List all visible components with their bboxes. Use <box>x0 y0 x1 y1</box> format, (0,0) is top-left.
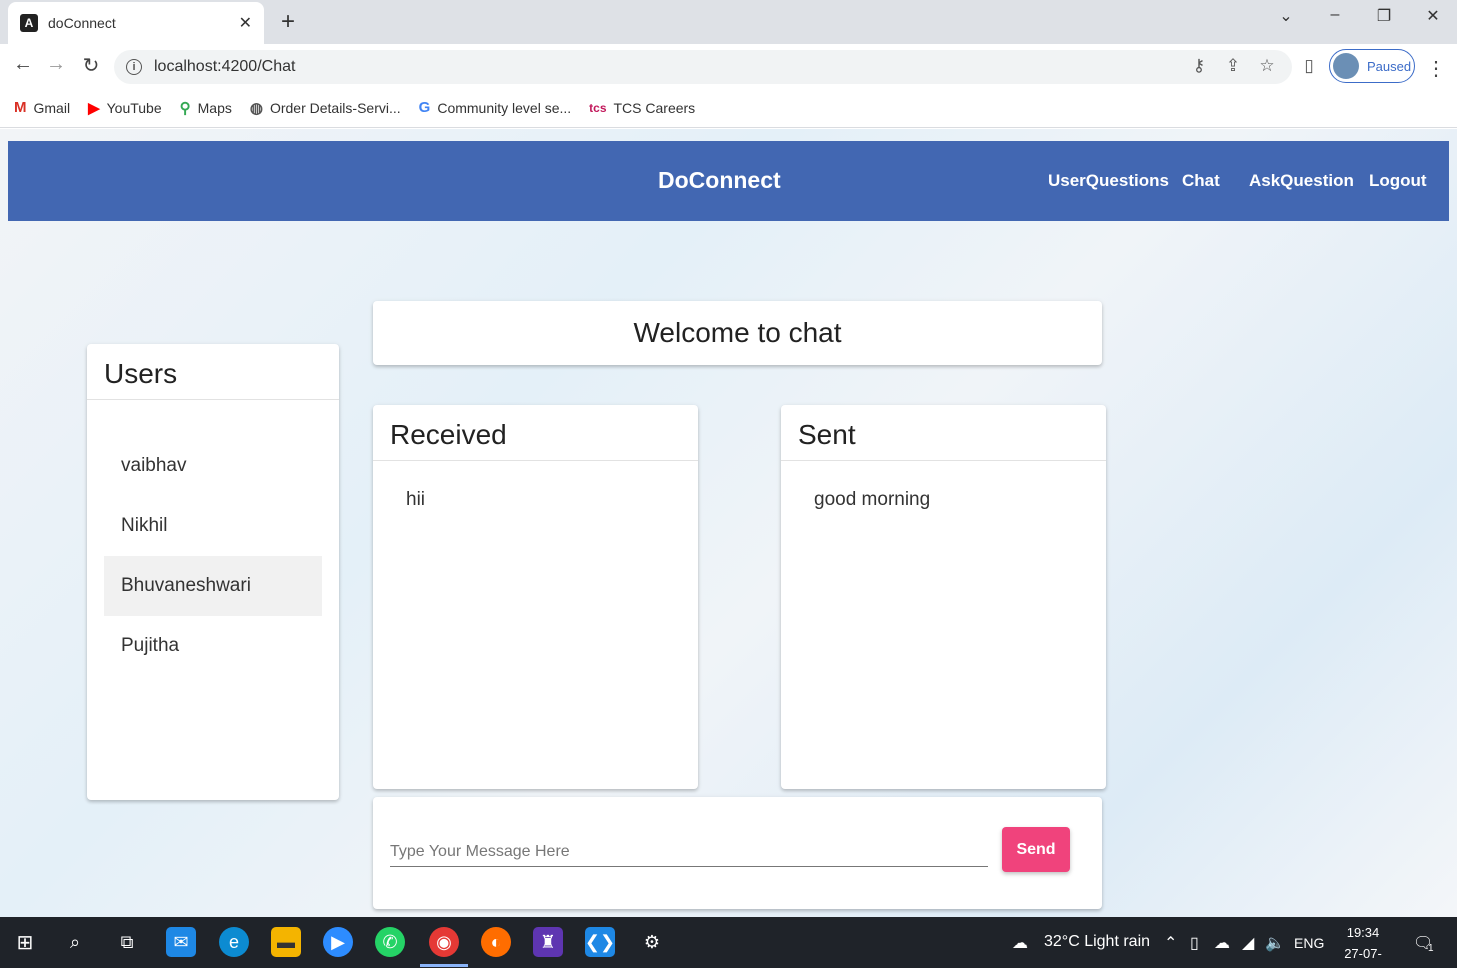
user-item-pujitha[interactable]: Pujitha <box>104 616 322 676</box>
received-card: Received hii <box>373 405 698 789</box>
volume-icon[interactable]: 🔈 <box>1265 933 1285 953</box>
message-input[interactable] <box>390 837 988 867</box>
new-tab-button[interactable]: + <box>276 8 300 36</box>
sent-title: Sent <box>781 405 1106 461</box>
game-app-icon[interactable]: ♜ <box>533 927 563 957</box>
windows-taskbar: ⊞ ⌕ ⧉ ✉ e ▬ ▶ ✆ ◉ ◐ ♜ ❮❯ ⚙ ☁ 32°C Light … <box>0 917 1457 968</box>
user-item-bhuvaneshwari[interactable]: Bhuvaneshwari <box>104 556 322 616</box>
system-clock[interactable]: 19:34 27-07-2022 <box>1330 922 1396 968</box>
weather-text[interactable]: 32°C Light rain <box>1044 933 1150 951</box>
bookmark-community[interactable]: G Community level se... <box>419 99 572 116</box>
browser-tab[interactable]: A doConnect ✕ <box>8 2 264 44</box>
address-bar[interactable]: i localhost:4200/Chat <box>114 50 1292 84</box>
browser-tabstrip: A doConnect ✕ + ⌄ – ❐ ✕ <box>0 0 1457 44</box>
browser-menu-icon[interactable]: ⋮ <box>1426 56 1446 81</box>
globe-icon: ◍ <box>249 99 263 117</box>
settings-gear-icon[interactable]: ⚙ <box>637 927 667 957</box>
side-panel-icon[interactable]: ▯ <box>1298 56 1320 76</box>
search-icon[interactable]: ⌕ <box>60 927 90 957</box>
tcs-icon: tcs <box>589 100 607 115</box>
bookmark-order-details[interactable]: ◍ Order Details-Servi... <box>250 99 401 117</box>
edge-icon[interactable]: e <box>219 927 249 957</box>
weather-icon[interactable]: ☁ <box>1012 933 1028 953</box>
task-view-icon[interactable]: ⧉ <box>112 927 142 957</box>
users-title: Users <box>87 344 339 400</box>
tab-search-icon[interactable]: ⌄ <box>1271 6 1301 26</box>
file-explorer-icon[interactable]: ▬ <box>271 927 301 957</box>
vscode-icon[interactable]: ❮❯ <box>585 927 615 957</box>
url-text: localhost:4200/Chat <box>154 58 296 75</box>
active-app-indicator <box>420 964 468 967</box>
users-card: Users vaibhav Nikhil Bhuvaneshwari Pujit… <box>87 344 339 800</box>
clock-time: 19:34 <box>1346 925 1380 940</box>
angular-icon: A <box>20 14 38 32</box>
chrome-icon[interactable]: ◉ <box>429 927 459 957</box>
battery-icon[interactable]: ▯ <box>1190 933 1199 953</box>
received-title: Received <box>373 405 698 461</box>
sent-message: good morning <box>814 489 931 510</box>
wifi-icon[interactable]: ◢ <box>1242 933 1254 953</box>
nav-logout[interactable]: Logout <box>1369 171 1427 191</box>
bookmark-youtube[interactable]: ▶ YouTube <box>88 99 162 117</box>
site-info-icon[interactable]: i <box>126 59 142 75</box>
bookmark-gmail[interactable]: M Gmail <box>14 99 70 116</box>
reload-icon[interactable]: ↻ <box>78 53 104 78</box>
mail-icon[interactable]: ✉ <box>166 927 196 957</box>
clock-date: 27-07-2022 <box>1344 946 1382 968</box>
bookmark-star-icon[interactable]: ☆ <box>1256 56 1278 76</box>
whatsapp-icon[interactable]: ✆ <box>375 927 405 957</box>
password-key-icon[interactable]: ⚷ <box>1188 56 1210 76</box>
back-arrow-icon[interactable]: ← <box>10 53 36 76</box>
firefox-icon[interactable]: ◐ <box>481 927 511 957</box>
sent-card: Sent good morning <box>781 405 1106 789</box>
share-icon[interactable]: ⇪ <box>1222 56 1244 76</box>
profile-button[interactable]: Paused <box>1329 49 1415 83</box>
send-button[interactable]: Send <box>1002 827 1070 872</box>
welcome-title: Welcome to chat <box>633 317 842 348</box>
close-tab-icon[interactable]: ✕ <box>239 13 252 33</box>
compose-card: Send <box>373 797 1102 909</box>
nav-userquestions[interactable]: UserQuestions <box>1048 171 1169 191</box>
zoom-icon[interactable]: ▶ <box>323 927 353 957</box>
maps-icon: ⚲ <box>179 99 191 117</box>
user-item-vaibhav[interactable]: vaibhav <box>104 436 322 496</box>
bookmarks-bar: M Gmail ▶ YouTube ⚲ Maps ◍ Order Details… <box>0 88 1457 128</box>
gmail-icon: M <box>14 99 27 116</box>
windows-start-icon[interactable]: ⊞ <box>10 927 40 957</box>
avatar <box>1333 53 1359 79</box>
page-body: DoConnect UserQuestions Chat AskQuestion… <box>0 129 1457 917</box>
nav-askquestion[interactable]: AskQuestion <box>1249 171 1354 191</box>
tab-title: doConnect <box>48 15 116 31</box>
notification-count: 1 <box>1428 943 1434 954</box>
youtube-icon: ▶ <box>88 99 100 117</box>
welcome-banner: Welcome to chat <box>373 301 1102 365</box>
app-header: DoConnect UserQuestions Chat AskQuestion… <box>8 141 1449 221</box>
user-item-nikhil[interactable]: Nikhil <box>104 496 322 556</box>
app-brand[interactable]: DoConnect <box>658 167 781 194</box>
onedrive-icon[interactable]: ☁ <box>1214 933 1230 953</box>
bookmark-maps[interactable]: ⚲ Maps <box>180 99 232 117</box>
bookmark-tcs-careers[interactable]: tcs TCS Careers <box>589 100 695 116</box>
nav-chat[interactable]: Chat <box>1182 171 1220 191</box>
user-list: vaibhav Nikhil Bhuvaneshwari Pujitha <box>87 400 339 676</box>
forward-arrow-icon[interactable]: → <box>43 53 69 76</box>
received-message: hii <box>406 489 426 510</box>
google-icon: G <box>418 99 431 116</box>
chevron-up-icon[interactable]: ⌃ <box>1164 933 1177 953</box>
window-close-button[interactable]: ✕ <box>1418 6 1448 26</box>
profile-status: Paused <box>1367 58 1412 74</box>
restore-button[interactable]: ❐ <box>1369 6 1399 26</box>
minimize-button[interactable]: – <box>1320 6 1350 24</box>
language-indicator[interactable]: ENG <box>1294 935 1324 951</box>
